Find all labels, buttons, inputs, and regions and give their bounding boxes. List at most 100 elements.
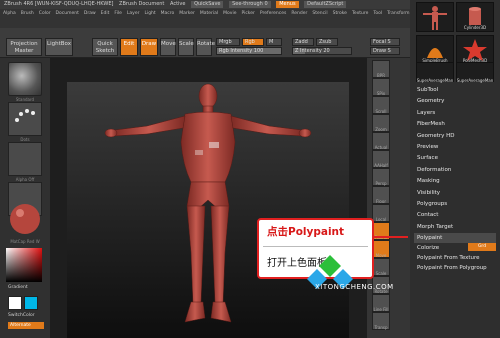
m-label: M — [269, 39, 274, 45]
draw-size-slider[interactable]: Draw S — [370, 47, 400, 55]
top-toolbar: Projection Master LightBox Quick Sketch … — [0, 28, 410, 58]
alpha-thumb[interactable] — [8, 142, 42, 176]
tool-label-cylinder3d: Cylinder3D — [463, 25, 487, 30]
material-sphere-icon — [10, 204, 40, 234]
secondary-color-swatch[interactable] — [24, 296, 38, 310]
superaverageman-model — [104, 83, 312, 323]
tool-menu-deformation[interactable]: Deformation — [414, 165, 496, 175]
z-intensity-slider[interactable]: Z Intensity 20 — [292, 47, 352, 55]
tool-thumb-superaverageman[interactable] — [416, 2, 454, 32]
figure-icon — [423, 6, 447, 30]
draw-button[interactable]: Draw — [140, 38, 158, 56]
tool-menu-surface[interactable]: Surface — [414, 153, 496, 163]
projection-master-button[interactable]: Projection Master — [6, 38, 42, 56]
menu-file[interactable]: File — [114, 11, 122, 16]
tool-menu-geometry-hd[interactable]: Geometry HD — [414, 131, 496, 141]
color-picker[interactable] — [6, 248, 42, 282]
z-intensity-label: Z Intensity 20 — [295, 48, 330, 54]
edit-button[interactable]: Edit — [120, 38, 138, 56]
rgb-intensity-slider[interactable]: Rgb Intensity 100 — [216, 47, 282, 55]
canvas[interactable] — [67, 82, 349, 338]
menu-edit[interactable]: Edit — [101, 11, 110, 16]
tool-menu-masking[interactable]: Masking — [414, 176, 496, 186]
menu-texture[interactable]: Texture — [352, 11, 368, 16]
menu-tool[interactable]: Tool — [373, 11, 382, 16]
tool-menu-layers[interactable]: Layers — [414, 108, 496, 118]
rgb-intensity-label: Rgb Intensity 100 — [219, 48, 264, 54]
right-shelf: BPR SPix Scroll Zoom Actual AAHalf Persp Floor L… — [367, 58, 410, 338]
document-title: ZBrush Document — [119, 1, 165, 7]
quick-sketch-button[interactable]: Quick Sketch — [92, 38, 118, 56]
tool-menu-fibermesh[interactable]: FiberMesh — [414, 119, 496, 129]
tool-menu-polygroups[interactable]: Polygroups — [414, 199, 496, 209]
move-button[interactable]: Move — [160, 38, 176, 56]
menu-transform[interactable]: Transform — [387, 11, 409, 16]
dots-icon — [15, 109, 35, 122]
callout-pointer — [374, 236, 408, 238]
menu-draw[interactable]: Draw — [84, 11, 96, 16]
tool-menu-polypaint-from-polygroup[interactable]: Polypaint From Polygroup — [414, 263, 496, 273]
tool-menu-preview[interactable]: Preview — [414, 142, 496, 152]
tool-menu-visibility[interactable]: Visibility — [414, 188, 496, 198]
menu-stencil[interactable]: Stencil — [312, 11, 327, 16]
tool-palette: Cylinder3D PolyMesh3D SimpleBrush SuperA… — [410, 0, 500, 338]
menu-document[interactable]: Document — [56, 11, 79, 16]
tool-menu-contact[interactable]: Contact — [414, 210, 496, 220]
tool-label-superaverageman-2: SuperAverageMan — [416, 78, 454, 83]
brush-standard-thumb[interactable] — [8, 62, 42, 96]
menu-stroke[interactable]: Stroke — [333, 11, 347, 16]
menu-preferences[interactable]: Preferences — [260, 11, 286, 16]
main-color-swatch[interactable] — [8, 296, 22, 310]
menu-picker[interactable]: Picker — [241, 11, 254, 16]
focal-label: Focal S — [373, 39, 391, 45]
draw-size-label: Draw S — [373, 48, 391, 54]
active-label: Active — [170, 1, 186, 7]
rgb-button[interactable]: Rgb — [242, 38, 264, 46]
stroke-dots-thumb[interactable] — [8, 102, 42, 136]
mrgb-button[interactable]: Mrgb — [216, 38, 240, 46]
quicksave-button[interactable]: QuickSave — [191, 1, 224, 8]
menu-macro[interactable]: Macro — [161, 11, 175, 16]
menu-layer[interactable]: Layer — [127, 11, 140, 16]
gradient-label: Gradient — [8, 285, 28, 290]
menu-alpha[interactable]: Alpha — [3, 11, 16, 16]
tool-menu-geometry[interactable]: Geometry — [414, 96, 496, 106]
menu-brush[interactable]: Brush — [21, 11, 34, 16]
app-title: ZBrush 4R6 [WUN-KISF-QDUQ-LHQE-HKWE] — [4, 1, 114, 7]
switchcolor-button[interactable]: SwitchColor — [8, 313, 35, 318]
scale-button[interactable]: Scale — [178, 38, 194, 56]
color-picker-shade — [6, 248, 42, 282]
seethrough-slider[interactable]: See-through 0 — [229, 1, 271, 8]
tool-menu-polypaint[interactable]: Polypaint — [414, 233, 496, 244]
menus-button[interactable]: Menus — [276, 1, 299, 8]
mrgb-label: Mrgb — [219, 39, 232, 45]
zsub-label: Zsub — [319, 39, 332, 45]
zadd-button[interactable]: Zadd — [292, 38, 314, 46]
tool-menu-morph-target[interactable]: Morph Target — [414, 222, 496, 232]
m-button[interactable]: M — [266, 38, 282, 46]
focal-shift-slider[interactable]: Focal S — [370, 38, 400, 46]
tool-menu-polypaint-from-texture[interactable]: Polypaint From Texture — [414, 253, 496, 263]
watermark-text: XITONGCHENG.COM — [315, 283, 394, 291]
lightbox-button[interactable]: LightBox — [45, 38, 73, 56]
menu-marker[interactable]: Marker — [179, 11, 195, 16]
alternate-button[interactable]: Alternate — [8, 322, 44, 329]
callout-title: 点击Polypaint — [267, 226, 345, 238]
menu-material[interactable]: Material — [200, 11, 218, 16]
menu-bar: Alpha Brush Color Document Draw Edit File Layer… — [0, 9, 452, 28]
tool-menu-subtool[interactable]: SubTool — [414, 85, 496, 95]
rgb-label: Rgb — [245, 39, 255, 45]
view-label: Transp — [374, 325, 388, 330]
rotate-button[interactable]: Rotate — [196, 38, 215, 56]
grd-button[interactable]: Grd — [468, 243, 496, 251]
menu-light[interactable]: Light — [144, 11, 155, 16]
menu-color[interactable]: Color — [39, 11, 51, 16]
menu-render[interactable]: Render — [291, 11, 307, 16]
zadd-label: Zadd — [295, 39, 308, 45]
menu-movie[interactable]: Movie — [223, 11, 236, 16]
material-thumb[interactable] — [8, 202, 42, 236]
left-shelf: Standard Dots Alpha Off Texture Off MatC… — [0, 58, 50, 338]
viewport[interactable] — [50, 58, 367, 338]
script-button[interactable]: DefaultZScript — [304, 1, 347, 8]
zsub-button[interactable]: Zsub — [316, 38, 338, 46]
